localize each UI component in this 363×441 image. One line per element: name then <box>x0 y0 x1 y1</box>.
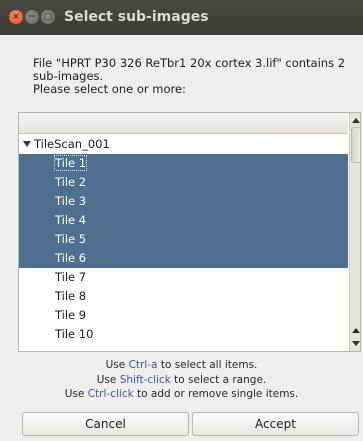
accept-button[interactable]: Accept <box>192 412 359 436</box>
hint-key-ctrl-click: Ctrl-click <box>87 388 134 400</box>
minimize-window-icon[interactable]: − <box>25 10 39 24</box>
tree-item[interactable]: Tile 4 <box>19 211 348 230</box>
tree-parent-tilescan[interactable]: TileScan_001 <box>19 135 348 154</box>
tree-item[interactable]: Tile 7 <box>19 268 348 287</box>
tree-item-label: Tile 1 <box>53 155 88 171</box>
hint-text: Use <box>64 388 88 400</box>
cancel-button[interactable]: Cancel <box>22 412 189 436</box>
tree-item-label: Tile 10 <box>55 327 94 341</box>
maximize-window-icon[interactable]: □ <box>41 10 55 24</box>
hint-key-shift-click: Shift-click <box>119 373 171 386</box>
window-title: Select sub-images <box>64 9 209 25</box>
hint-line-3: Use Ctrl-click to add or remove single i… <box>0 387 363 402</box>
expander-arrow-icon[interactable] <box>23 140 31 147</box>
scroll-up-arrow-icon[interactable] <box>351 114 360 126</box>
hint-text: Use <box>96 373 120 386</box>
scrollbar-thumb[interactable] <box>351 127 360 163</box>
tree-item[interactable]: Tile 10 <box>19 325 348 344</box>
tree-item[interactable]: Tile 8 <box>19 287 348 306</box>
tree-item-label: Tile 4 <box>55 213 87 227</box>
tree-item-label: Tile 9 <box>55 308 87 322</box>
tree-item[interactable]: Tile 5 <box>19 230 348 249</box>
close-window-icon[interactable]: × <box>9 10 23 24</box>
sub-image-list[interactable]: TileScan_001 Tile 1 Tile 2 Tile 3 Tile 4 Til… <box>18 112 361 352</box>
tree-item[interactable]: Tile 1 <box>19 154 348 173</box>
hint-line-2: Use Shift-click to select a range. <box>0 373 363 388</box>
hint-text: to add or remove single items. <box>133 388 299 400</box>
tree-item-label: Tile 8 <box>55 289 87 303</box>
tree-item[interactable]: Tile 6 <box>19 249 348 268</box>
tree-item-label: Tile 5 <box>55 232 87 246</box>
message-line-3: Please select one or more: <box>33 82 186 96</box>
hint-line-1: Use Ctrl-a to select all items. <box>0 358 363 373</box>
vertical-scrollbar[interactable] <box>349 113 360 351</box>
hint-text: to select a range. <box>170 373 267 386</box>
instruction-message: File "HPRT P30 326 ReTbr1 20x cortex 3.l… <box>33 57 358 96</box>
hint-key-ctrl-a: Ctrl-a <box>128 359 158 371</box>
tree-item-label: Tile 3 <box>55 194 87 208</box>
scroll-down-arrow-icon[interactable] <box>351 337 360 349</box>
hint-text: to select all items. <box>157 359 258 371</box>
tree-item[interactable]: Tile 9 <box>19 306 348 325</box>
tree-item[interactable]: Tile 3 <box>19 192 348 211</box>
scroll-up-secondary-arrow-icon[interactable] <box>351 324 360 336</box>
tree-item-label: Tile 2 <box>55 175 87 189</box>
list-column-header[interactable] <box>19 113 348 134</box>
list-rows: TileScan_001 Tile 1 Tile 2 Tile 3 Tile 4 Til… <box>19 135 348 344</box>
title-bar: × − □ Select sub-images <box>0 0 363 35</box>
tree-item-label: Tile 7 <box>55 270 87 284</box>
tree-parent-label: TileScan_001 <box>34 137 110 151</box>
tree-item[interactable]: Tile 2 <box>19 173 348 192</box>
hint-text: Use <box>105 359 129 371</box>
selection-hints: Use Ctrl-a to select all items. Use Shif… <box>0 358 363 402</box>
tree-item-label: Tile 6 <box>55 251 87 265</box>
